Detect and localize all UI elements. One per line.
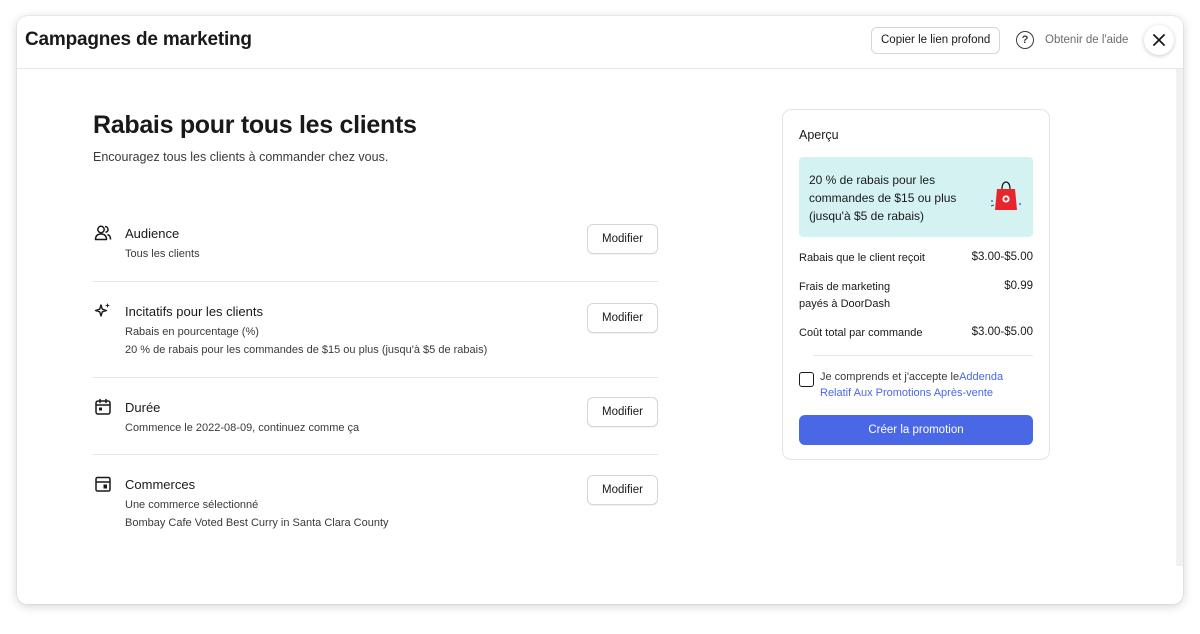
help-label: Obtenir de l'aide bbox=[1045, 34, 1129, 46]
divider bbox=[813, 355, 1033, 356]
summary-label: Coût total par commande bbox=[799, 327, 923, 339]
scrollbar[interactable] bbox=[1176, 69, 1183, 566]
summary-value: $3.00-$5.00 bbox=[971, 251, 1033, 263]
modal-title: Campagnes de marketing bbox=[25, 29, 252, 50]
agree-checkbox[interactable] bbox=[799, 372, 814, 387]
close-button[interactable] bbox=[1144, 25, 1174, 55]
section-title: Incitatifs pour les clients bbox=[125, 304, 264, 319]
section-title: Audience bbox=[125, 226, 180, 241]
section-title: Commerces bbox=[125, 477, 196, 492]
modify-audience-button[interactable]: Modifier bbox=[587, 224, 658, 254]
section-detail: Rabais en pourcentage (%) bbox=[125, 326, 259, 338]
help-link[interactable]: ? Obtenir de l'aide bbox=[1016, 31, 1128, 49]
page-subtitle: Encouragez tous les clients à commander … bbox=[93, 150, 389, 164]
summary-label: Rabais que le client reçoit bbox=[799, 252, 925, 264]
help-icon: ? bbox=[1016, 31, 1034, 49]
users-icon bbox=[94, 225, 112, 241]
close-icon bbox=[1153, 34, 1165, 46]
modify-incentives-button[interactable]: Modifier bbox=[587, 303, 658, 333]
shopping-bag-icon bbox=[990, 181, 1021, 210]
preview-title: Aperçu bbox=[799, 128, 839, 142]
store-icon bbox=[95, 476, 111, 492]
agree-label: Je comprends et j'accepte le bbox=[820, 371, 960, 383]
modify-stores-button[interactable]: Modifier bbox=[587, 475, 658, 505]
page-title: Rabais pour tous les clients bbox=[93, 111, 417, 139]
section-detail: Bombay Cafe Voted Best Curry in Santa Cl… bbox=[125, 517, 389, 529]
sparkle-icon bbox=[94, 303, 110, 317]
preview-card: Aperçu 20 % de rabais pour les commandes… bbox=[782, 109, 1050, 460]
modify-duration-button[interactable]: Modifier bbox=[587, 397, 658, 427]
agree-text: Je comprends et j'accepte leAddenda Rela… bbox=[820, 369, 1030, 401]
campaign-modal: Campagnes de marketing Copier le lien pr… bbox=[17, 16, 1183, 604]
copy-deep-link-button[interactable]: Copier le lien profond bbox=[871, 27, 1001, 54]
section-detail: Une commerce sélectionné bbox=[125, 499, 259, 511]
summary-value: $3.00-$5.00 bbox=[971, 326, 1033, 338]
section-detail: 20 % de rabais pour les commandes de $15… bbox=[125, 344, 488, 356]
section-audience: Audience Tous les clients Modifier bbox=[92, 224, 658, 282]
section-stores: Commerces Une commerce sélectionné Bomba… bbox=[92, 475, 658, 535]
calendar-icon bbox=[95, 398, 111, 415]
promo-text: 20 % de rabais pour les commandes de $15… bbox=[809, 173, 957, 223]
promo-banner: 20 % de rabais pour les commandes de $15… bbox=[799, 157, 1033, 237]
section-detail: Commence le 2022-08-09, continuez comme … bbox=[125, 422, 360, 434]
summary-value: $0.99 bbox=[1004, 280, 1033, 292]
section-detail: Tous les clients bbox=[125, 248, 200, 260]
summary-label: Frais de marketing payés à DoorDash bbox=[799, 281, 891, 310]
section-title: Durée bbox=[125, 400, 161, 415]
section-duration: Durée Commence le 2022-08-09, continuez … bbox=[92, 397, 658, 455]
modal-header: Campagnes de marketing Copier le lien pr… bbox=[17, 16, 1183, 69]
section-incentives: Incitatifs pour les clients Rabais en po… bbox=[92, 302, 658, 378]
create-promotion-button[interactable]: Créer la promotion bbox=[799, 415, 1033, 445]
